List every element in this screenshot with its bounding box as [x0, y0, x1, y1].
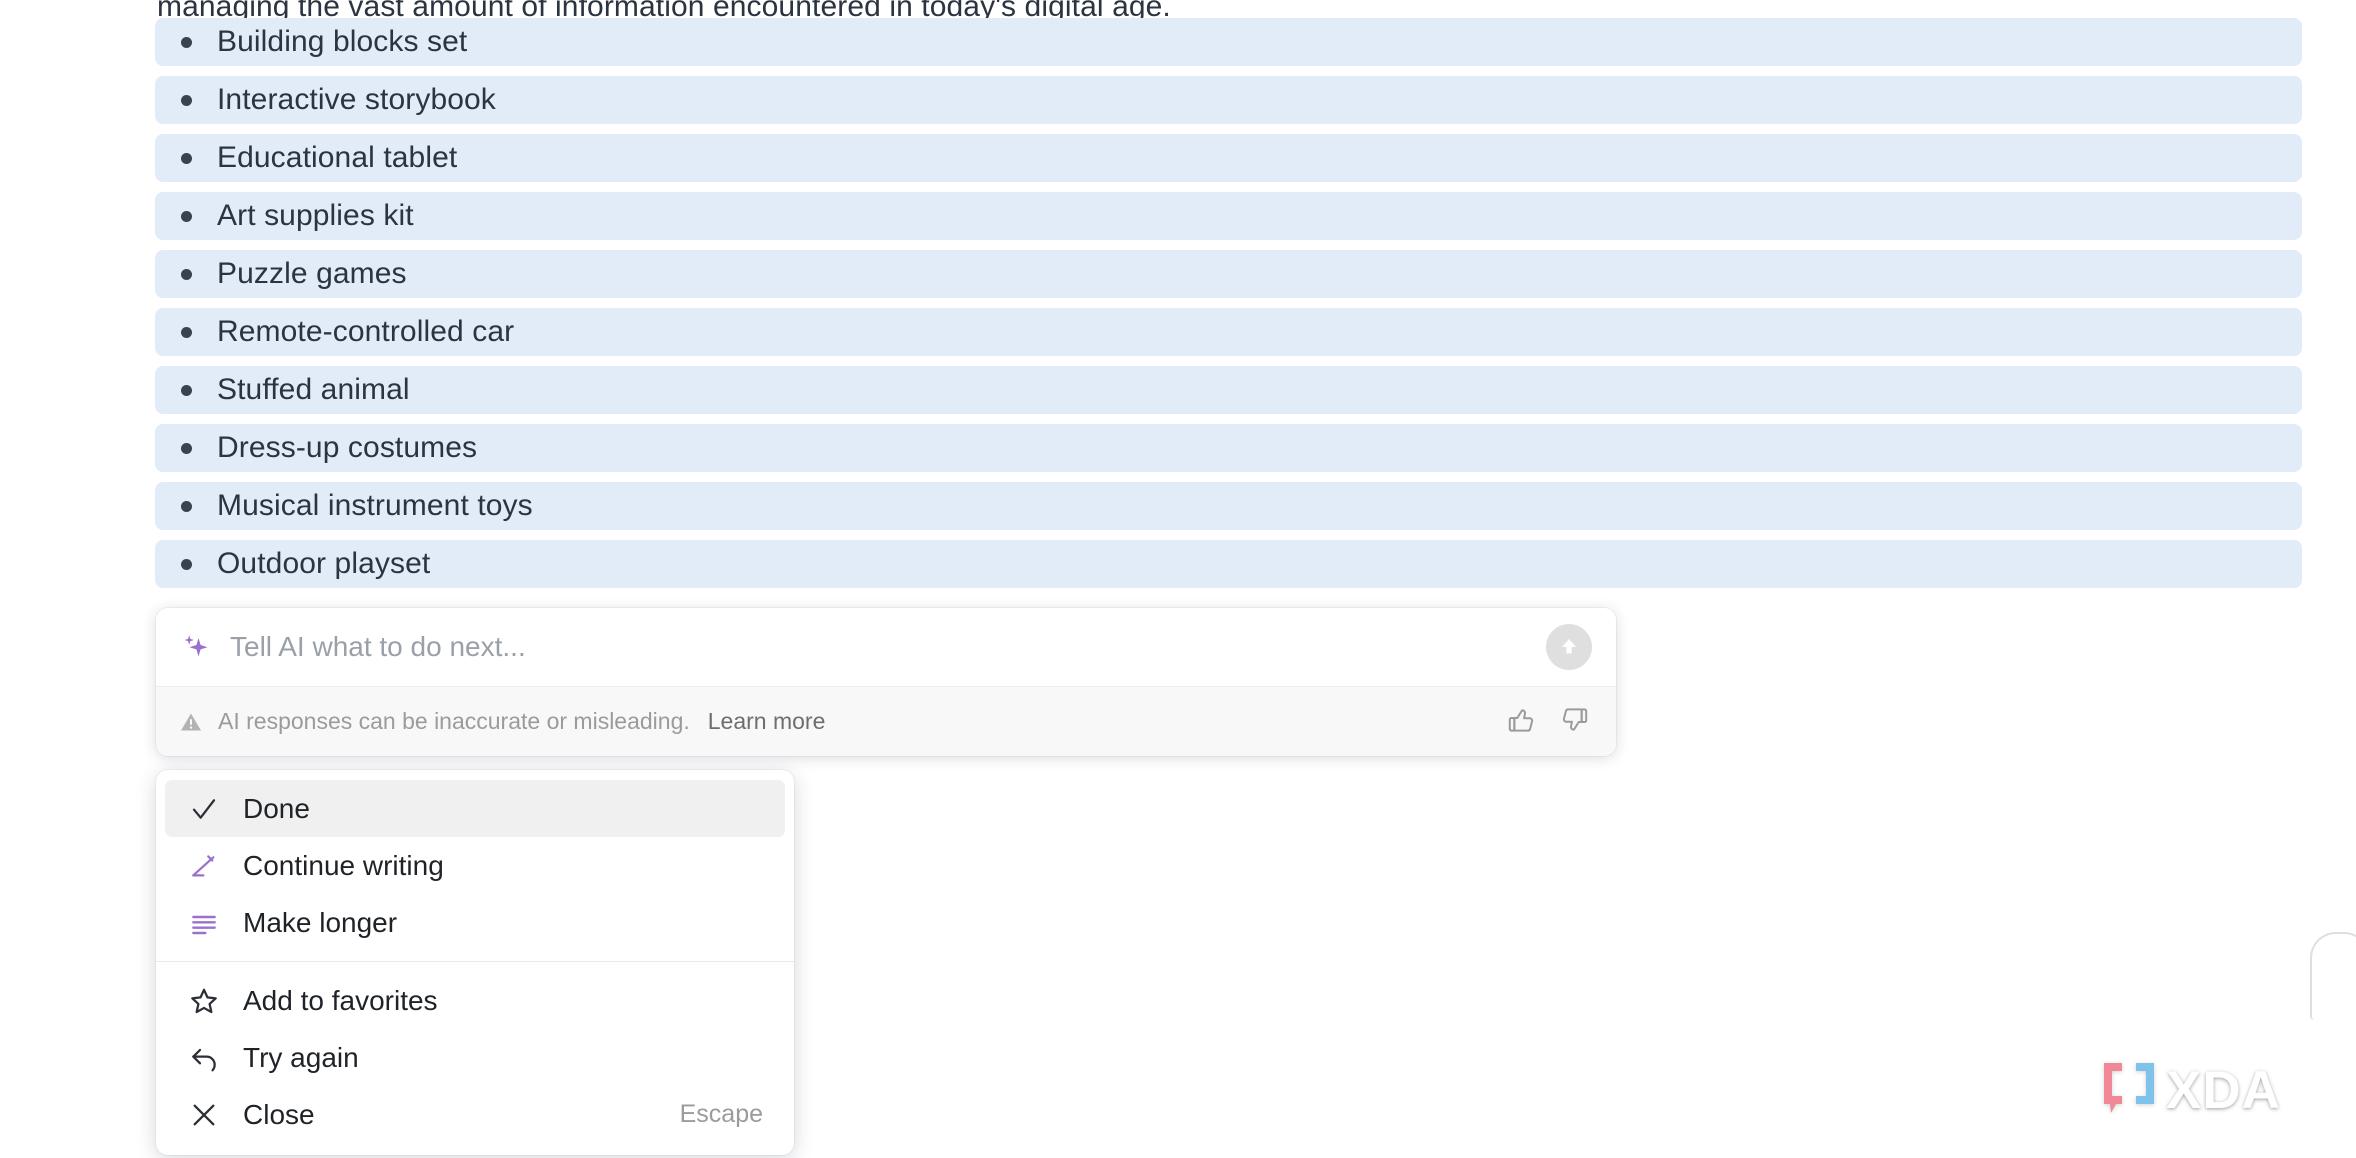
- thumbs-up-button[interactable]: [1504, 705, 1538, 739]
- ai-list-item[interactable]: Outdoor playset: [155, 540, 2302, 588]
- menu-item-label: Continue writing: [243, 849, 444, 881]
- menu-item-shortcut: Escape: [679, 1100, 763, 1128]
- ai-input-row: [156, 608, 1616, 686]
- ai-list-item-label: Art supplies kit: [217, 199, 414, 232]
- edge-decoration: [2310, 932, 2356, 1020]
- menu-item-label: Done: [243, 792, 310, 824]
- xda-watermark: XDA: [2100, 1060, 2281, 1121]
- ai-list-item[interactable]: Puzzle games: [155, 250, 2302, 298]
- ai-list-item-label: Stuffed animal: [217, 373, 410, 406]
- send-button[interactable]: [1546, 624, 1592, 670]
- menu-item-label: Add to favorites: [243, 984, 438, 1016]
- bullet-dot-icon: [181, 268, 192, 280]
- xda-wordmark: XDA: [2166, 1061, 2281, 1120]
- bullet-dot-icon: [181, 500, 192, 512]
- menu-item-label: Close: [243, 1098, 315, 1130]
- close-x-icon: [187, 1098, 221, 1132]
- bullet-dot-icon: [181, 384, 192, 396]
- ai-list-item[interactable]: Building blocks set: [155, 18, 2302, 66]
- ai-list-item[interactable]: Interactive storybook: [155, 76, 2302, 124]
- ai-list-item-label: Dress-up costumes: [217, 431, 478, 464]
- menu-item-label: Try again: [243, 1041, 359, 1073]
- ai-list-item[interactable]: Musical instrument toys: [155, 482, 2302, 530]
- bullet-dot-icon: [181, 326, 192, 338]
- bullet-dot-icon: [181, 36, 192, 48]
- ai-list-item-label: Outdoor playset: [217, 547, 431, 580]
- ai-list-item[interactable]: Art supplies kit: [155, 192, 2302, 240]
- warning-triangle-icon: [179, 710, 203, 734]
- ai-prompt-panel: AI responses can be inaccurate or mislea…: [156, 608, 1616, 756]
- sparkle-icon: [179, 630, 213, 664]
- menu-item-done[interactable]: Done: [165, 780, 785, 837]
- ai-list-item-label: Remote-controlled car: [217, 315, 515, 348]
- menu-item-try-again[interactable]: Try again: [165, 1029, 785, 1086]
- bullet-dot-icon: [181, 442, 192, 454]
- star-icon: [187, 984, 221, 1018]
- arrow-up-icon: [1556, 633, 1582, 662]
- menu-item-continue-writing[interactable]: Continue writing: [165, 837, 785, 894]
- ai-list-item[interactable]: Educational tablet: [155, 134, 2302, 182]
- ai-list-item-label: Puzzle games: [217, 257, 407, 290]
- app-root: managing the vast amount of information …: [0, 0, 2356, 1158]
- ai-list-item-label: Musical instrument toys: [217, 489, 533, 522]
- thumbs-down-icon: [1559, 704, 1591, 739]
- menu-divider: [156, 961, 794, 962]
- thumbs-up-icon: [1505, 704, 1537, 739]
- ai-list-item-label: Educational tablet: [217, 141, 458, 174]
- bullet-dot-icon: [181, 558, 192, 570]
- text-lines-icon: [187, 906, 221, 940]
- learn-more-link[interactable]: Learn more: [708, 708, 826, 735]
- pencil-line-icon: [187, 849, 221, 883]
- menu-item-make-longer[interactable]: Make longer: [165, 894, 785, 951]
- ai-disclaimer-row: AI responses can be inaccurate or mislea…: [156, 686, 1616, 756]
- menu-item-add-to-favorites[interactable]: Add to favorites: [165, 972, 785, 1029]
- ai-list-item[interactable]: Dress-up costumes: [155, 424, 2302, 472]
- ai-action-menu: Done Continue writing Make longer Add to fa…: [156, 770, 794, 1155]
- ai-disclaimer-text: AI responses can be inaccurate or mislea…: [218, 708, 690, 734]
- xda-bracket-icon: [2100, 1060, 2158, 1121]
- ai-suggestion-list: Building blocks set Interactive storybook…: [155, 18, 2302, 598]
- ai-list-item-label: Interactive storybook: [217, 83, 496, 116]
- ai-prompt-input[interactable]: [230, 627, 1546, 667]
- feedback-group: [1504, 705, 1592, 739]
- thumbs-down-button[interactable]: [1558, 705, 1592, 739]
- bullet-dot-icon: [181, 94, 192, 106]
- bullet-dot-icon: [181, 210, 192, 222]
- bullet-dot-icon: [181, 152, 192, 164]
- undo-arrow-icon: [187, 1041, 221, 1075]
- ai-list-item[interactable]: Stuffed animal: [155, 366, 2302, 414]
- ai-list-item-label: Building blocks set: [217, 25, 468, 58]
- check-icon: [187, 792, 221, 826]
- menu-item-close[interactable]: Close Escape: [165, 1086, 785, 1143]
- menu-item-label: Make longer: [243, 906, 398, 938]
- ai-list-item[interactable]: Remote-controlled car: [155, 308, 2302, 356]
